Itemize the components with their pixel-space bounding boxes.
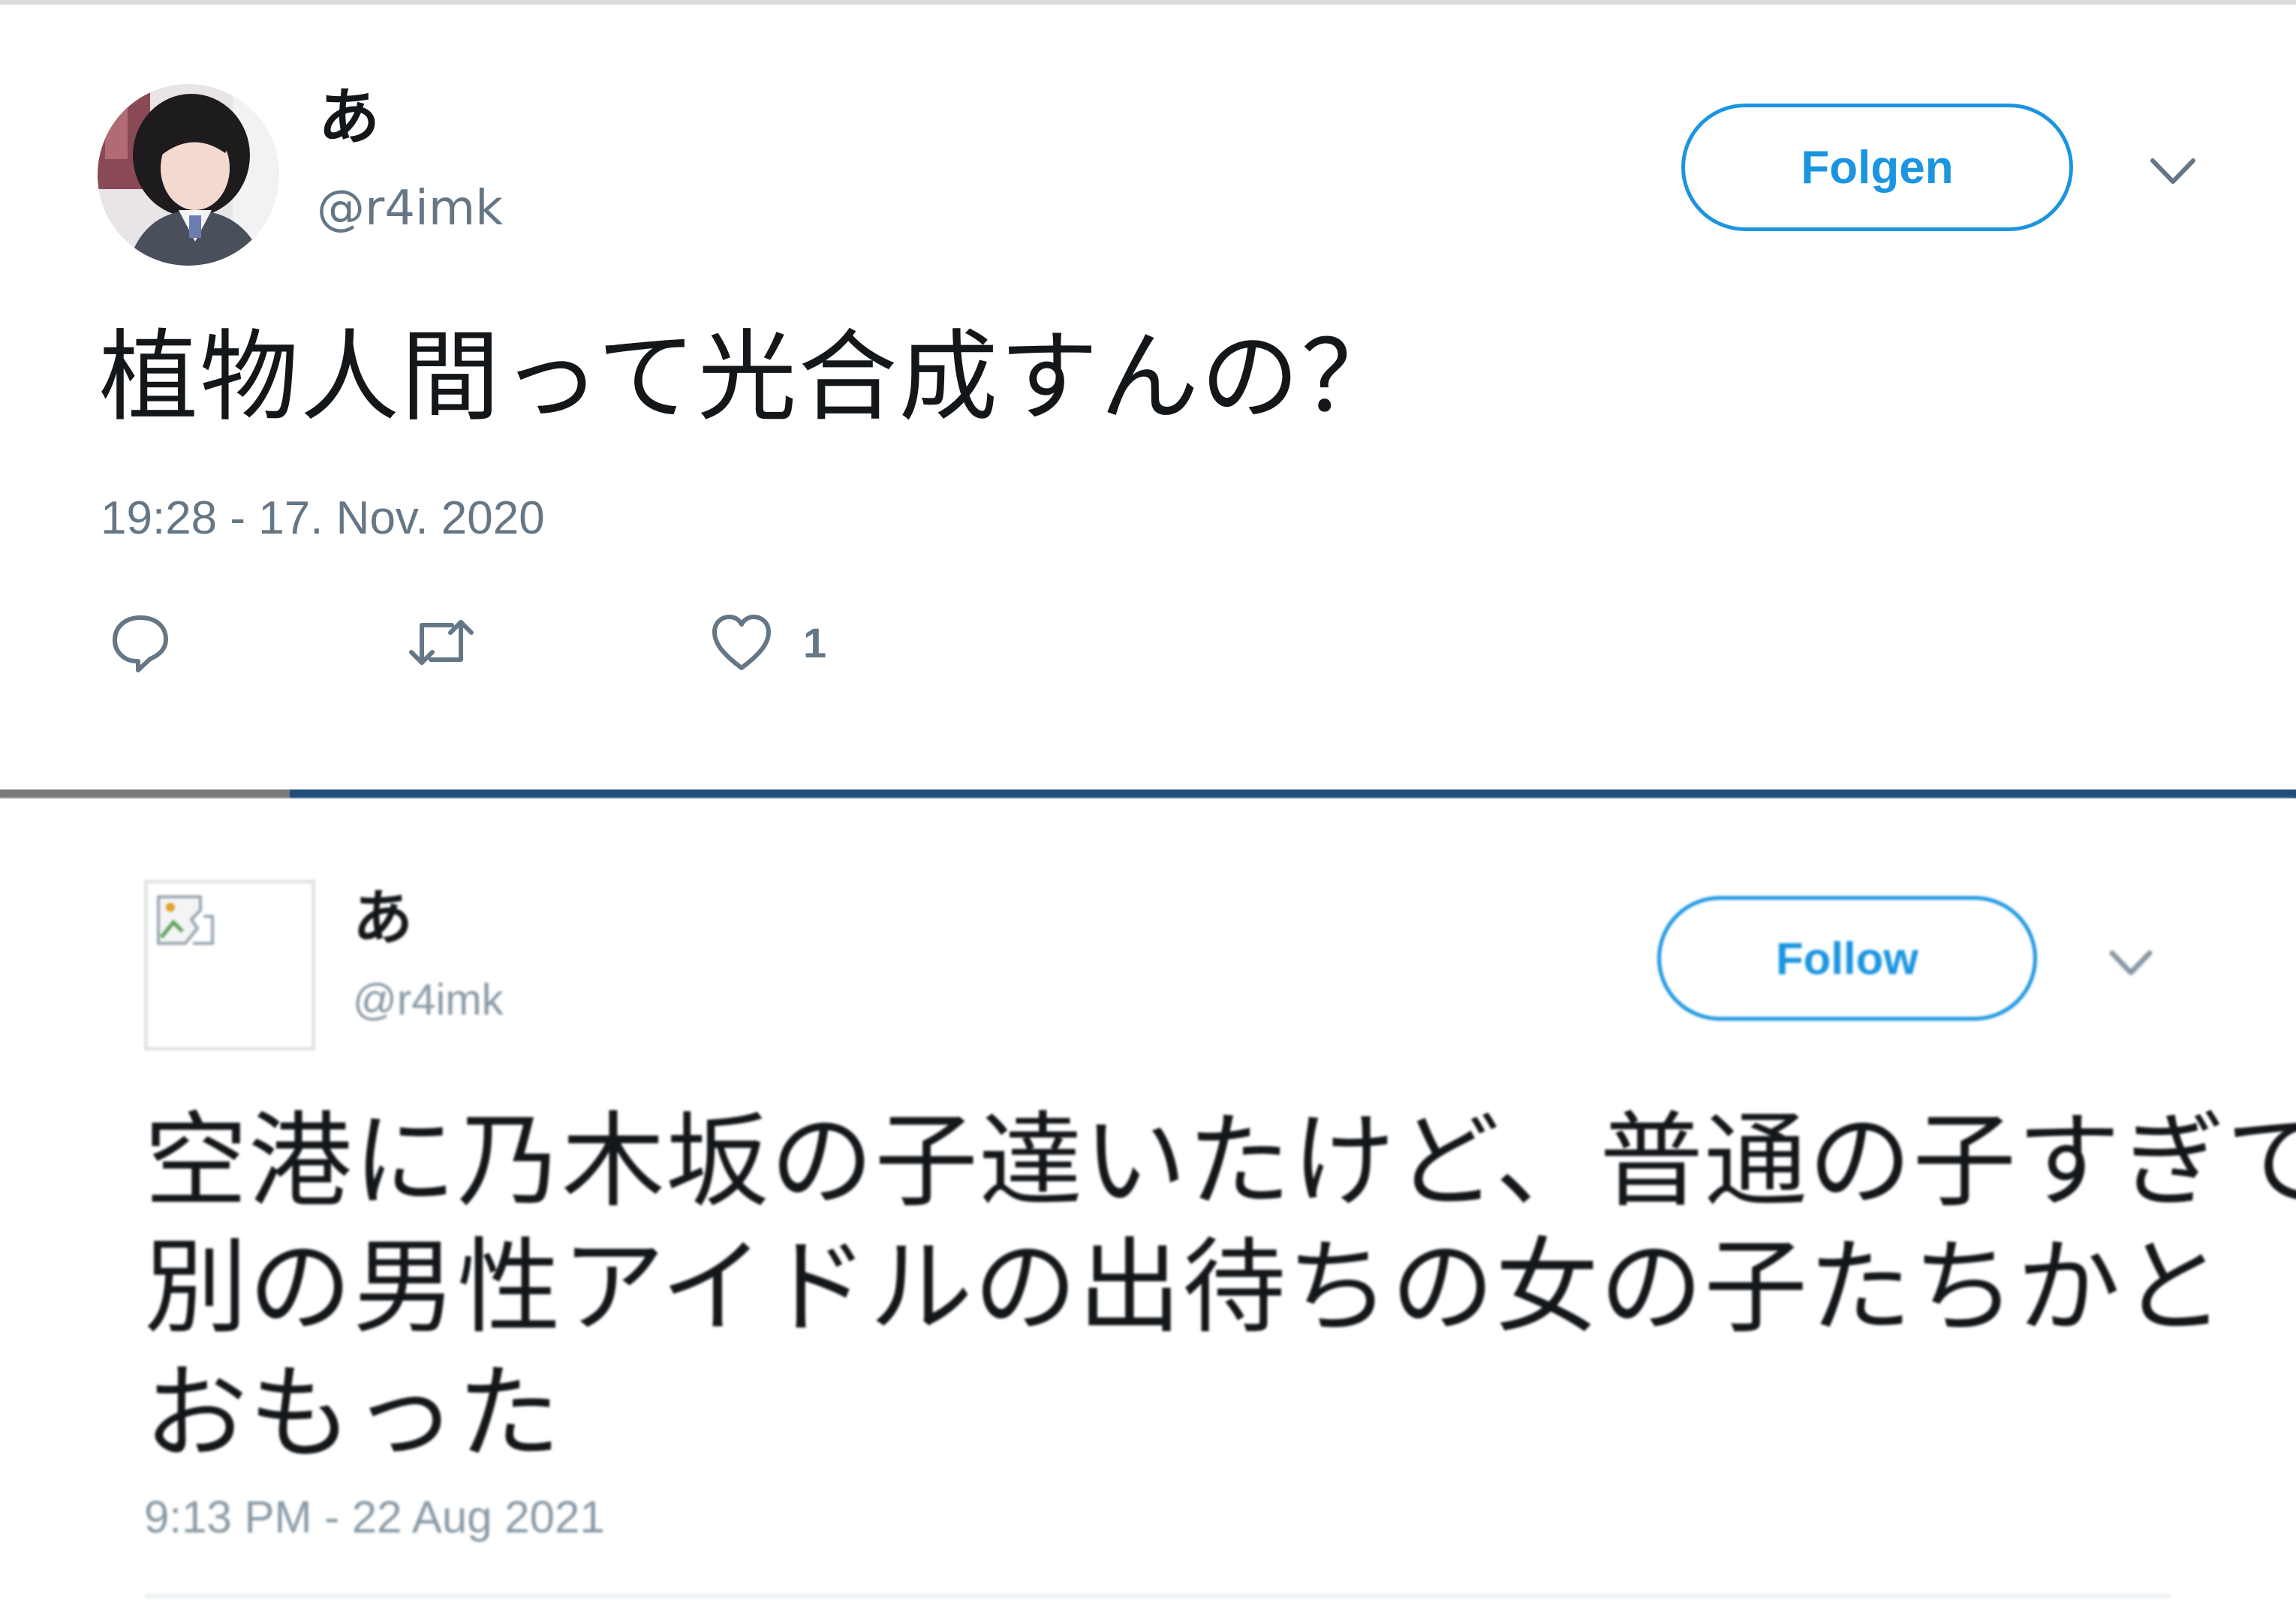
follow-button[interactable]: Folgen [1681, 104, 2073, 231]
divider-progress-track [0, 789, 290, 798]
like-button[interactable]: 1 [710, 605, 826, 680]
tweet-timestamp[interactable]: 19:28 - 17. Nov. 2020 [101, 495, 545, 542]
user-handle[interactable]: @r4imk [317, 185, 503, 233]
heart-icon [712, 615, 771, 670]
display-name[interactable]: あ [353, 889, 413, 949]
reply-icon [113, 615, 168, 672]
chevron-down-icon[interactable] [2147, 152, 2199, 191]
tweet-text: 植物人間って光合成すんの？ [99, 320, 1402, 435]
follow-button[interactable]: Follow [1657, 896, 2037, 1021]
tweet-timestamp[interactable]: 9:13 PM - 22 Aug 2021 [144, 1495, 605, 1540]
tweet-text: 空港に乃木坂の子達いたけど、普通の子すぎて 別の男性アイドルの出待ちの女の子たち… [144, 1099, 2296, 1477]
avatar-broken[interactable] [144, 880, 315, 1051]
display-name[interactable]: あ [318, 87, 380, 149]
user-handle[interactable]: @r4imk [353, 979, 504, 1022]
avatar-photo-icon [98, 84, 279, 266]
retweet-icon [409, 620, 474, 665]
retweet-button[interactable] [407, 605, 476, 680]
divider-line [290, 789, 2296, 798]
tweet-text-line: おもった [144, 1353, 562, 1474]
avatar[interactable] [98, 84, 279, 266]
broken-image-icon [157, 895, 214, 945]
like-count: 1 [803, 618, 827, 666]
tweet-actions: 1 [0, 605, 976, 687]
chevron-down-icon[interactable] [2106, 944, 2156, 980]
tweet-text-line: 別の男性アイドルの出待ちの女の子たちかと [144, 1227, 2226, 1348]
card-bottom-border [144, 1594, 2171, 1598]
reply-button[interactable] [110, 605, 171, 680]
tweet-card-2: あ @r4imk Follow 空港に乃木坂の子達いたけど、普通の子すぎて 別の… [0, 798, 2296, 1606]
tweet-card-1: あ @r4imk Folgen 植物人間って光合成すんの？ 19:28 - 17… [0, 5, 2296, 792]
tweet-text-line: 空港に乃木坂の子達いたけど、普通の子すぎて [144, 1101, 2296, 1222]
